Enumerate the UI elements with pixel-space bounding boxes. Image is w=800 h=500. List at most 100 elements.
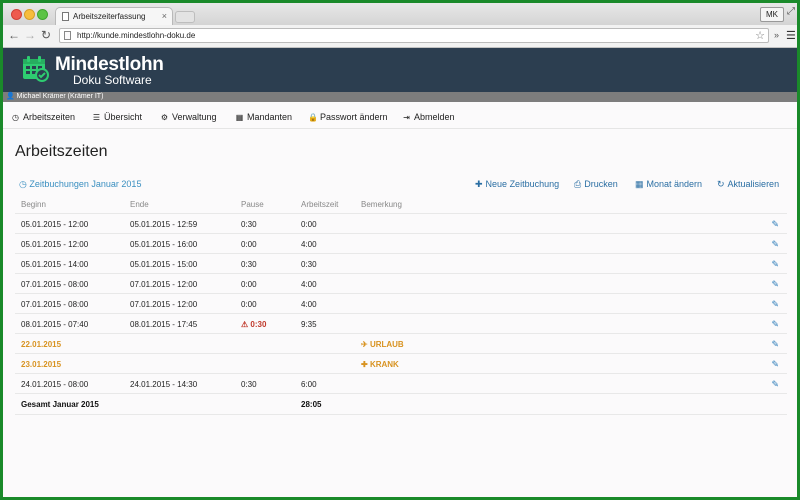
table-row: 22.01.2015 ✈ URLAUB ✎: [15, 333, 787, 354]
menu-item-verwaltung[interactable]: ⚙ Verwaltung: [160, 112, 217, 122]
plane-icon: ✈: [361, 340, 370, 349]
cell-pause: 0:00: [241, 300, 257, 309]
sign-out-icon: ⇥: [403, 113, 410, 122]
profile-button[interactable]: MK: [760, 7, 784, 22]
table-row: 07.01.2015 - 08:00 07.01.2015 - 12:00 0:…: [15, 273, 787, 294]
new-tab-button[interactable]: [175, 11, 195, 23]
web-page: Mindestlohn Doku Software 👤 Michael Kräm…: [3, 48, 797, 497]
menu-item-arbeitszeiten[interactable]: ◷ Arbeitszeiten: [11, 112, 75, 122]
cell-begin: 05.01.2015 - 12:00: [21, 220, 89, 229]
bookmark-star-icon[interactable]: ☆: [755, 29, 765, 42]
user-bar: 👤 Michael Krämer (Krämer IT): [3, 92, 797, 102]
menu-item-passwort[interactable]: 🔒 Passwort ändern: [308, 112, 388, 122]
edit-icon[interactable]: ✎: [771, 379, 779, 390]
user-icon: 👤: [6, 93, 17, 100]
cell-work: 0:00: [301, 220, 317, 229]
user-name: Michael Krämer (Krämer IT): [16, 93, 104, 100]
table-row: 05.01.2015 - 14:00 05.01.2015 - 15:00 0:…: [15, 253, 787, 274]
new-entry-button[interactable]: ✚ Neue Zeitbuchung: [475, 179, 559, 190]
cell-begin: 23.01.2015: [21, 360, 62, 369]
extensions-overflow-icon[interactable]: »: [774, 30, 779, 40]
edit-icon[interactable]: ✎: [771, 239, 779, 250]
cell-end: 24.01.2015 - 14:30: [130, 380, 198, 389]
print-button[interactable]: ⎙ Drucken: [574, 179, 618, 190]
menu-item-uebersicht[interactable]: ☰ Übersicht: [92, 112, 142, 122]
total-value: 28:05: [301, 400, 322, 409]
edit-icon[interactable]: ✎: [771, 219, 779, 230]
cell-end: 05.01.2015 - 12:59: [130, 220, 198, 229]
edit-icon[interactable]: ✎: [771, 319, 779, 330]
clock-icon: ◷: [19, 179, 30, 189]
lock-icon: 🔒: [308, 113, 318, 122]
cell-begin: 05.01.2015 - 12:00: [21, 240, 89, 249]
cell-note: ✈ URLAUB: [361, 340, 404, 349]
minimize-window-button[interactable]: [24, 9, 35, 20]
main-menu: ◷ Arbeitszeiten ☰ Übersicht ⚙ Verwaltung ▦ M…: [3, 104, 797, 129]
cell-pause-warning: ⚠ 0:30: [241, 320, 267, 329]
browser-window: Arbeitszeiterfassung × MK ⤢ ← → ↻ http:/…: [0, 0, 800, 500]
clock-icon: ◷: [12, 113, 19, 122]
cell-pause: 0:30: [241, 220, 257, 229]
edit-icon[interactable]: ✎: [771, 259, 779, 270]
edit-icon[interactable]: ✎: [771, 339, 779, 350]
table-row: 05.01.2015 - 12:00 05.01.2015 - 16:00 0:…: [15, 233, 787, 254]
back-icon[interactable]: ←: [8, 29, 20, 41]
cell-begin: 22.01.2015: [21, 340, 62, 349]
edit-icon[interactable]: ✎: [771, 299, 779, 310]
cell-end: 05.01.2015 - 16:00: [130, 240, 198, 249]
table-row: 07.01.2015 - 08:00 07.01.2015 - 12:00 0:…: [15, 293, 787, 314]
cell-work: 0:30: [301, 260, 317, 269]
cell-end: 05.01.2015 - 15:00: [130, 260, 198, 269]
col-header-note: Bemerkung: [361, 200, 402, 209]
medkit-icon: ✚: [361, 360, 370, 369]
cell-end: 07.01.2015 - 12:00: [130, 280, 198, 289]
reload-icon[interactable]: ↻: [41, 29, 51, 41]
menu-icon[interactable]: ☰: [786, 29, 796, 42]
page-icon: [64, 31, 71, 40]
cell-pause: 0:30: [241, 380, 257, 389]
col-header-end: Ende: [130, 200, 149, 209]
zoom-window-button[interactable]: [37, 9, 48, 20]
fullscreen-icon[interactable]: ⤢: [787, 6, 795, 17]
table-row: 24.01.2015 - 08:00 24.01.2015 - 14:30 0:…: [15, 373, 787, 394]
brand-subtitle: Doku Software: [73, 73, 152, 87]
table-row: 08.01.2015 - 07:40 08.01.2015 - 17:45 ⚠ …: [15, 313, 787, 334]
forward-icon[interactable]: →: [24, 29, 36, 41]
tab-close-icon[interactable]: ×: [162, 11, 167, 21]
app-header: Mindestlohn Doku Software: [3, 48, 797, 92]
cell-begin: 07.01.2015 - 08:00: [21, 300, 89, 309]
tab-bar: Arbeitszeiterfassung × MK ⤢: [3, 3, 797, 25]
cell-work: 9:35: [301, 320, 317, 329]
col-header-work: Arbeitszeit: [301, 200, 339, 209]
close-window-button[interactable]: [11, 9, 22, 20]
building-icon: ▦: [235, 113, 244, 122]
plus-icon: ✚: [475, 179, 483, 189]
edit-icon[interactable]: ✎: [771, 279, 779, 290]
cell-begin: 07.01.2015 - 08:00: [21, 280, 89, 289]
refresh-button[interactable]: ↻ Aktualisieren: [717, 179, 779, 190]
tab-title: Arbeitszeiterfassung: [73, 12, 146, 21]
list-icon: ☰: [92, 113, 101, 122]
change-month-button[interactable]: ▦ Monat ändern: [635, 179, 702, 190]
warning-icon: ⚠: [241, 320, 251, 329]
total-row: Gesamt Januar 2015 28:05: [15, 393, 787, 415]
url-text: http://kunde.mindestlohn-doku.de: [77, 31, 196, 40]
edit-icon[interactable]: ✎: [771, 359, 779, 370]
menu-item-mandanten[interactable]: ▦ Mandanten: [235, 112, 292, 122]
cell-work: 4:00: [301, 280, 317, 289]
url-input[interactable]: http://kunde.mindestlohn-doku.de ☆: [59, 28, 769, 43]
cell-end: 07.01.2015 - 12:00: [130, 300, 198, 309]
calendar-icon: ▦: [635, 179, 644, 189]
cell-pause: 0:00: [241, 280, 257, 289]
refresh-icon: ↻: [717, 179, 725, 189]
menu-item-abmelden[interactable]: ⇥ Abmelden: [402, 112, 454, 122]
browser-tab[interactable]: Arbeitszeiterfassung ×: [55, 7, 173, 25]
table-row: 05.01.2015 - 12:00 05.01.2015 - 12:59 0:…: [15, 213, 787, 234]
cell-note: ✚ KRANK: [361, 360, 399, 369]
col-header-pause: Pause: [241, 200, 264, 209]
subheading: ◷ Zeitbuchungen Januar 2015: [19, 179, 142, 189]
cell-begin: 24.01.2015 - 08:00: [21, 380, 89, 389]
calendar-check-logo-icon: [23, 56, 49, 82]
cell-work: 4:00: [301, 240, 317, 249]
cell-pause: 0:30: [241, 260, 257, 269]
